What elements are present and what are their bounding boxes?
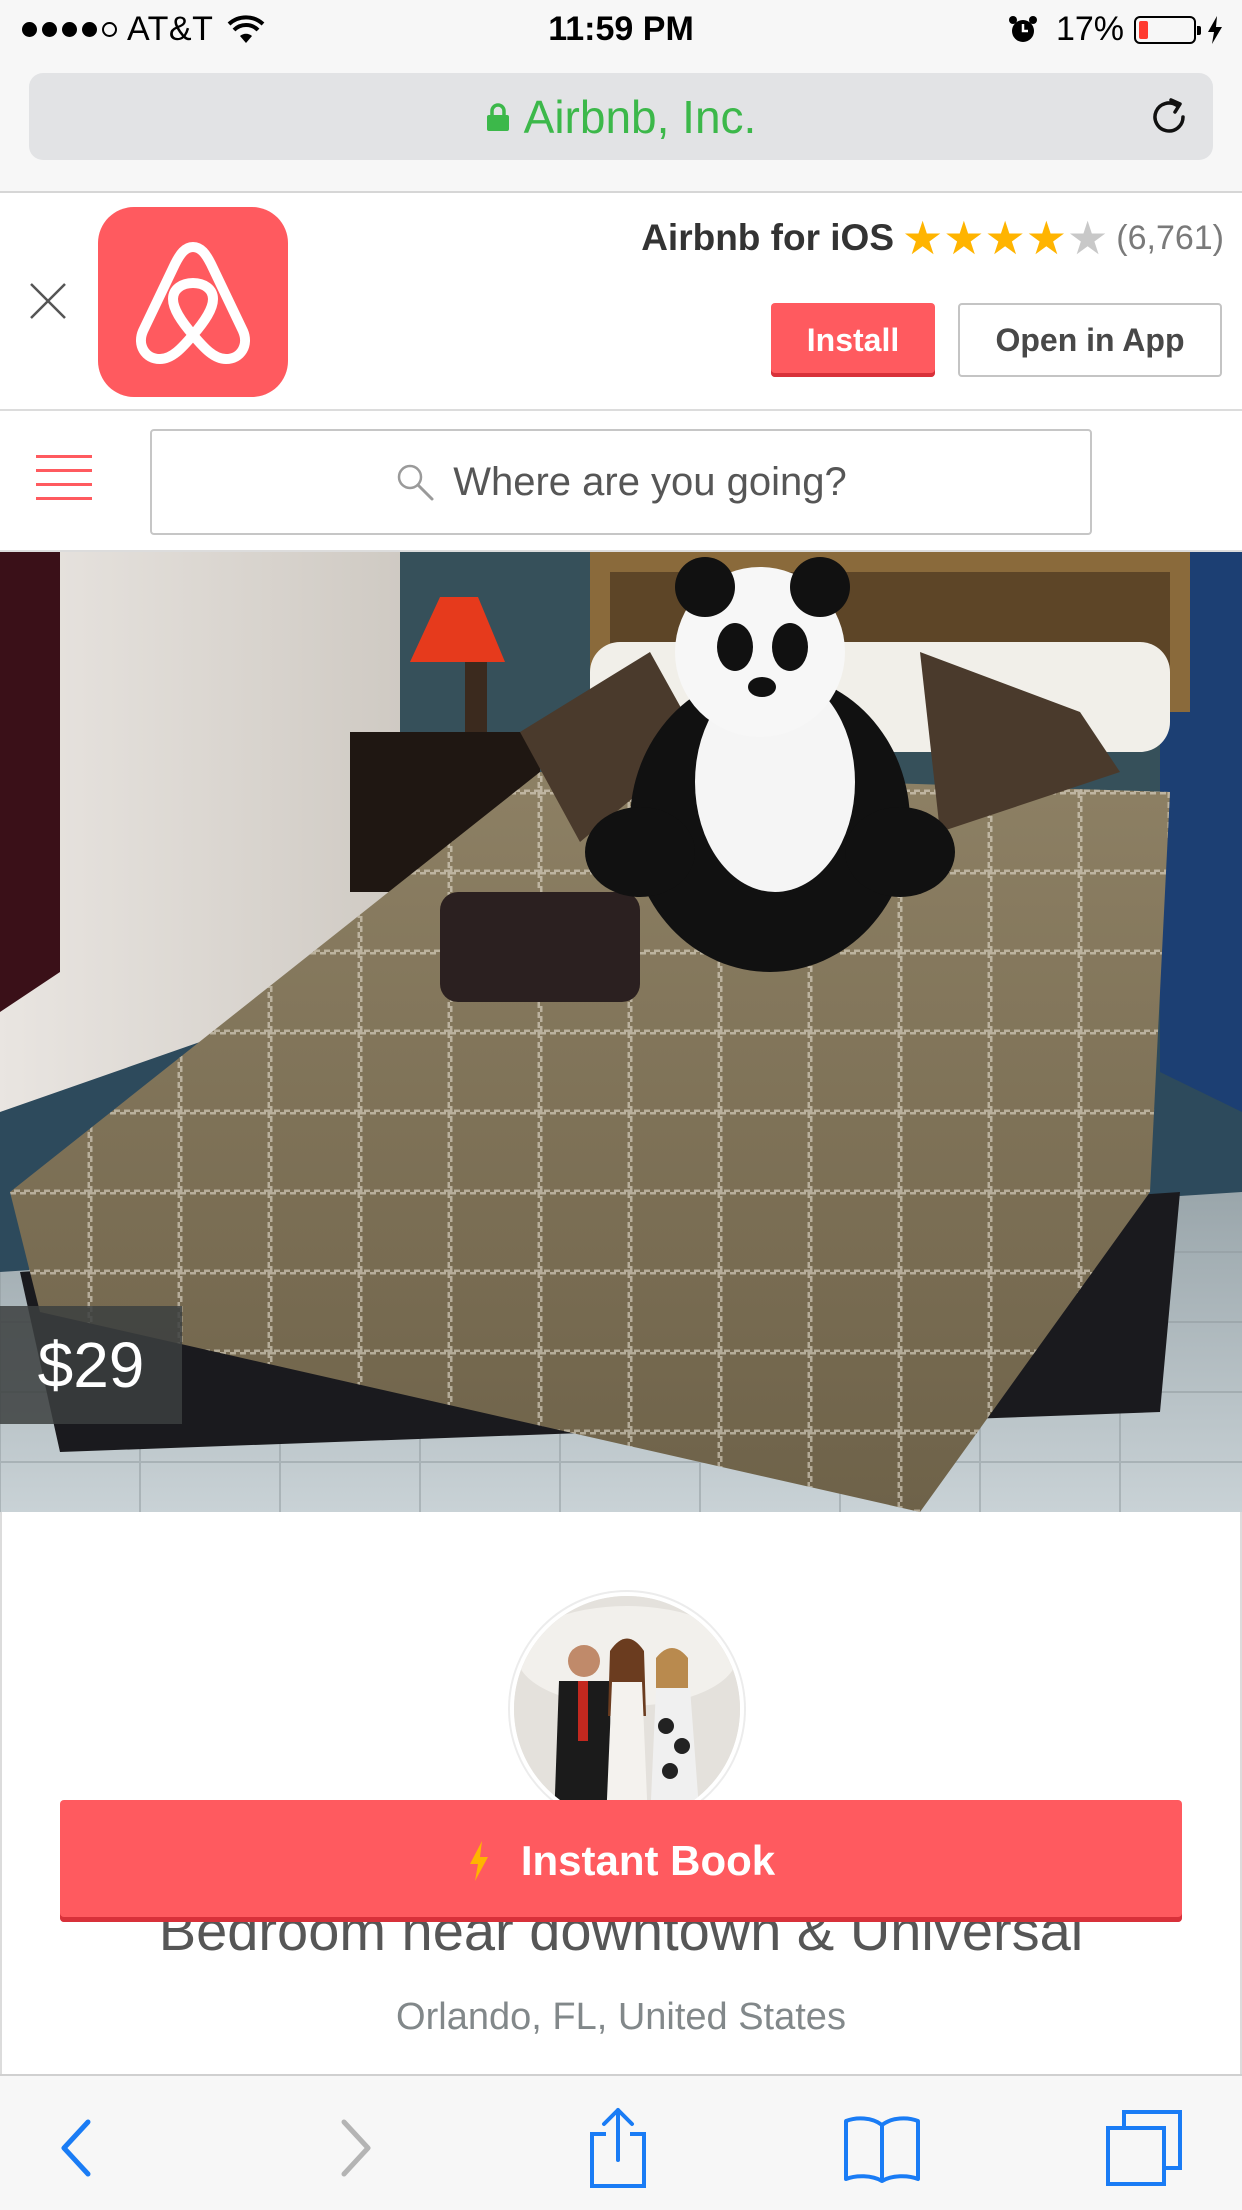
bedroom-photo-illustration (0, 552, 1242, 1512)
instant-book-button[interactable]: Instant Book (60, 1800, 1182, 1922)
browser-address-area: Airbnb, Inc. (0, 60, 1242, 193)
listing-photo[interactable]: $29 (0, 552, 1242, 1512)
bookmarks-button[interactable] (842, 2108, 922, 2188)
alarm-icon (1008, 15, 1037, 42)
forward-icon (341, 2119, 371, 2177)
menu-icon[interactable] (36, 455, 92, 501)
host-avatar[interactable] (510, 1592, 744, 1826)
status-bar: AT&T 11:59 PM 17% (0, 0, 1242, 60)
instant-book-label: Instant Book (520, 1837, 776, 1884)
search-placeholder: Where are you going? (453, 459, 847, 504)
rating-count: (6,761) (1116, 218, 1224, 257)
close-icon[interactable] (28, 281, 68, 321)
share-icon (590, 2108, 646, 2188)
listing-location: Orlando, FL, United States (396, 1996, 846, 2038)
search-icon (397, 464, 434, 501)
star-icon: ★ (984, 212, 1026, 264)
listing-summary: Bedroom near downtown & Universal Orland… (0, 1512, 1242, 2074)
back-button[interactable] (38, 2108, 118, 2188)
star-icon: ★ (902, 212, 944, 264)
app-banner: Airbnb for iOS ★ ★ ★ ★ ★ (6,761) Install… (0, 193, 1242, 411)
browser-toolbar (0, 2074, 1242, 2210)
airbnb-app-icon[interactable] (98, 207, 288, 397)
lightning-bolt-icon (469, 1841, 488, 1881)
battery-percent: 17% (1055, 10, 1124, 48)
back-icon (61, 2119, 91, 2177)
star-icon: ★ (943, 212, 985, 264)
forward-button[interactable] (314, 2108, 394, 2188)
price-tag: $29 (0, 1306, 182, 1424)
host-photo (514, 1596, 740, 1822)
share-button[interactable] (578, 2108, 658, 2188)
tabs-button[interactable] (1104, 2108, 1184, 2188)
open-in-app-button[interactable]: Open in App (958, 303, 1222, 377)
star-icon: ★ (1025, 212, 1068, 264)
search-input[interactable]: Where are you going? (150, 429, 1092, 535)
url-label: Airbnb, Inc. (523, 90, 757, 143)
tabs-icon (1106, 2110, 1182, 2186)
battery-icon (1134, 15, 1201, 44)
airbnb-logo-icon (136, 242, 250, 364)
charging-bolt-icon (1208, 15, 1222, 44)
address-bar[interactable]: Airbnb, Inc. (29, 73, 1213, 160)
star-empty-icon: ★ (1067, 212, 1109, 264)
bookmarks-icon (844, 2116, 920, 2183)
rating-stars: ★ ★ ★ ★ ★ (902, 215, 1108, 261)
reload-icon[interactable] (1147, 95, 1191, 139)
lock-icon (486, 102, 509, 131)
app-name: Airbnb for iOS (641, 217, 895, 258)
install-button[interactable]: Install (771, 303, 935, 377)
site-header: Where are you going? (0, 411, 1242, 552)
